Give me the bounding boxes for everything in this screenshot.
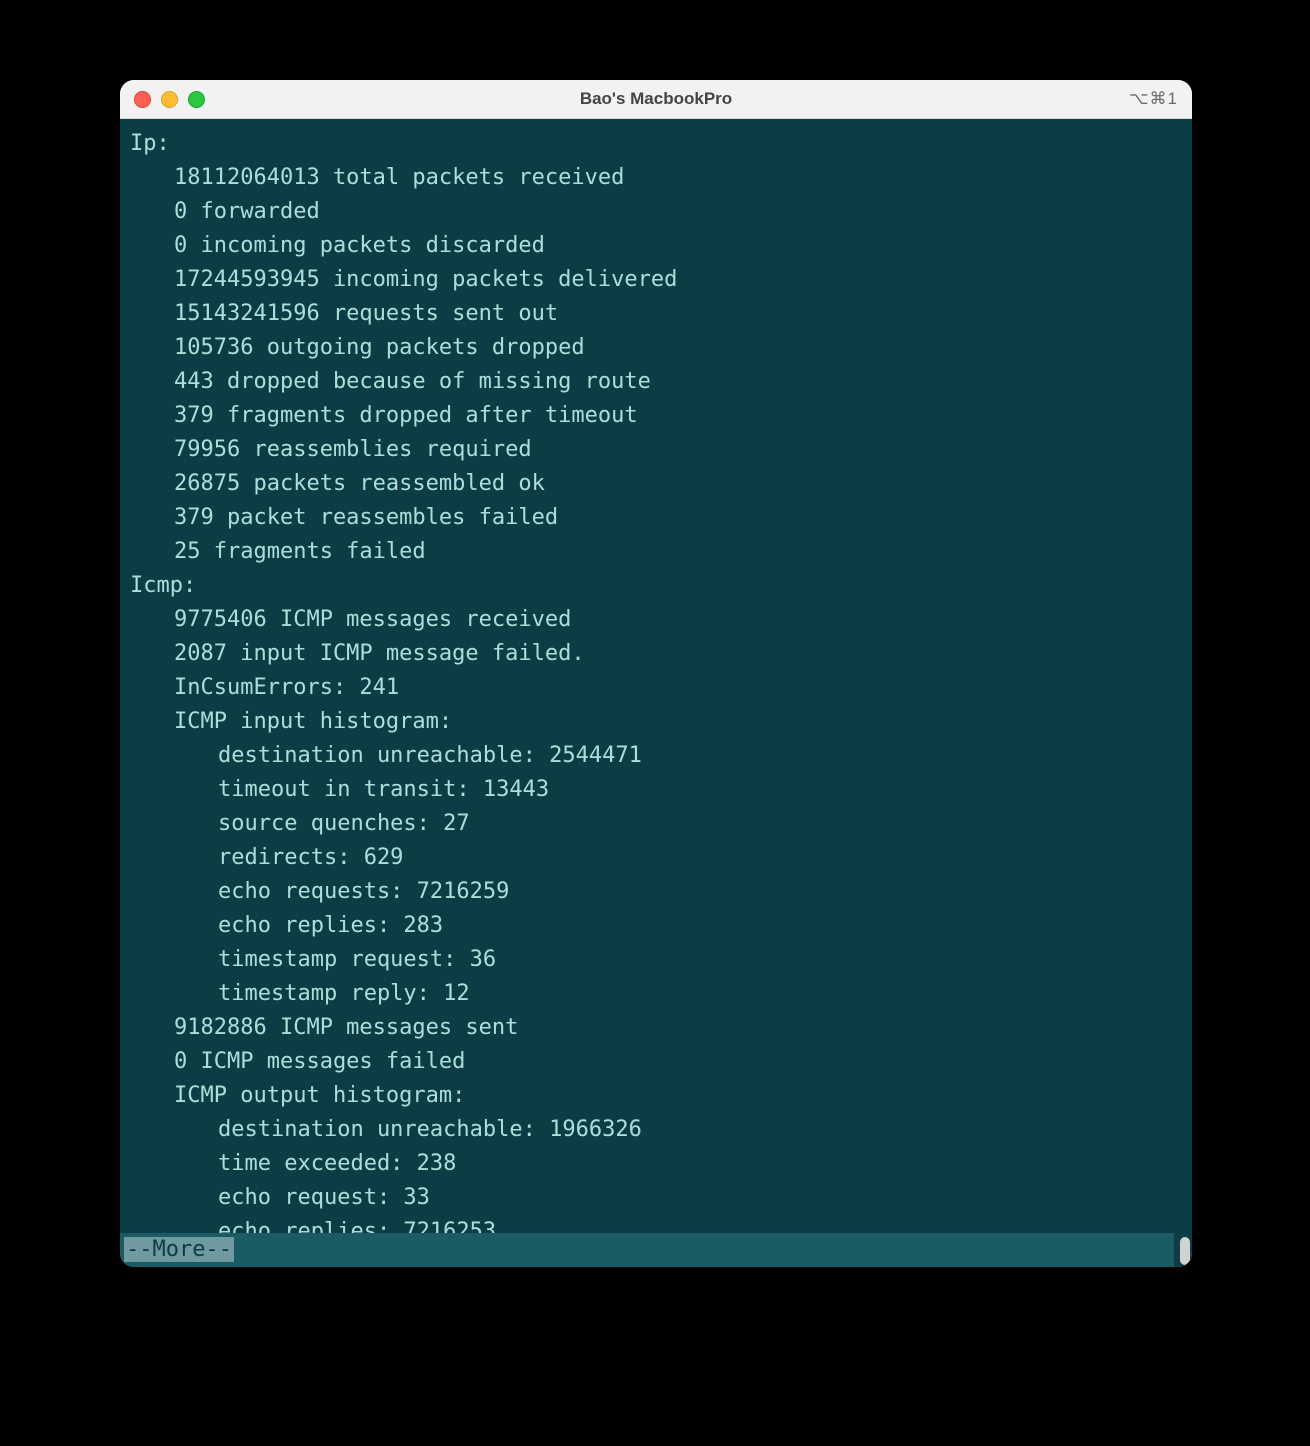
terminal-line: 79956 reassemblies required [130,433,1192,467]
terminal-line: ICMP input histogram: [130,705,1192,739]
window-shortcut: ⌥⌘1 [1129,89,1178,109]
terminal-line: ICMP output histogram: [130,1079,1192,1113]
pager-more-label: --More-- [124,1237,234,1262]
terminal-line: 443 dropped because of missing route [130,365,1192,399]
terminal-window: Bao's MacbookPro ⌥⌘1 Ip: 18112064013 tot… [120,80,1192,1267]
titlebar[interactable]: Bao's MacbookPro ⌥⌘1 [120,80,1192,119]
terminal-line: InCsumErrors: 241 [130,671,1192,705]
terminal-body[interactable]: Ip: 18112064013 total packets received 0… [120,119,1192,1267]
terminal-line: 15143241596 requests sent out [130,297,1192,331]
section-header-ip: Ip: [130,127,1192,161]
terminal-line: source quenches: 27 [130,807,1192,841]
close-icon[interactable] [134,91,151,108]
minimize-icon[interactable] [161,91,178,108]
terminal-line: 9775406 ICMP messages received [130,603,1192,637]
terminal-line: 26875 packets reassembled ok [130,467,1192,501]
terminal-line: 17244593945 incoming packets delivered [130,263,1192,297]
terminal-line: 379 fragments dropped after timeout [130,399,1192,433]
maximize-icon[interactable] [188,91,205,108]
terminal-line: echo replies: 283 [130,909,1192,943]
terminal-line: 2087 input ICMP message failed. [130,637,1192,671]
terminal-line: timestamp request: 36 [130,943,1192,977]
terminal-line: timestamp reply: 12 [130,977,1192,1011]
terminal-line: 0 incoming packets discarded [130,229,1192,263]
terminal-line: timeout in transit: 13443 [130,773,1192,807]
window-title: Bao's MacbookPro [120,89,1192,109]
section-header-icmp: Icmp: [130,569,1192,603]
pager-more-bar[interactable]: --More-- [120,1233,1174,1267]
terminal-line: redirects: 629 [130,841,1192,875]
terminal-line: 25 fragments failed [130,535,1192,569]
traffic-lights [134,91,205,108]
terminal-line: echo request: 33 [130,1181,1192,1215]
terminal-line: 9182886 ICMP messages sent [130,1011,1192,1045]
terminal-line: 0 forwarded [130,195,1192,229]
terminal-line: echo requests: 7216259 [130,875,1192,909]
terminal-line: 379 packet reassembles failed [130,501,1192,535]
terminal-line: destination unreachable: 2544471 [130,739,1192,773]
terminal-line: time exceeded: 238 [130,1147,1192,1181]
terminal-line: 0 ICMP messages failed [130,1045,1192,1079]
terminal-line: 18112064013 total packets received [130,161,1192,195]
terminal-line: 105736 outgoing packets dropped [130,331,1192,365]
scrollbar-thumb[interactable] [1180,1237,1190,1265]
terminal-line: destination unreachable: 1966326 [130,1113,1192,1147]
